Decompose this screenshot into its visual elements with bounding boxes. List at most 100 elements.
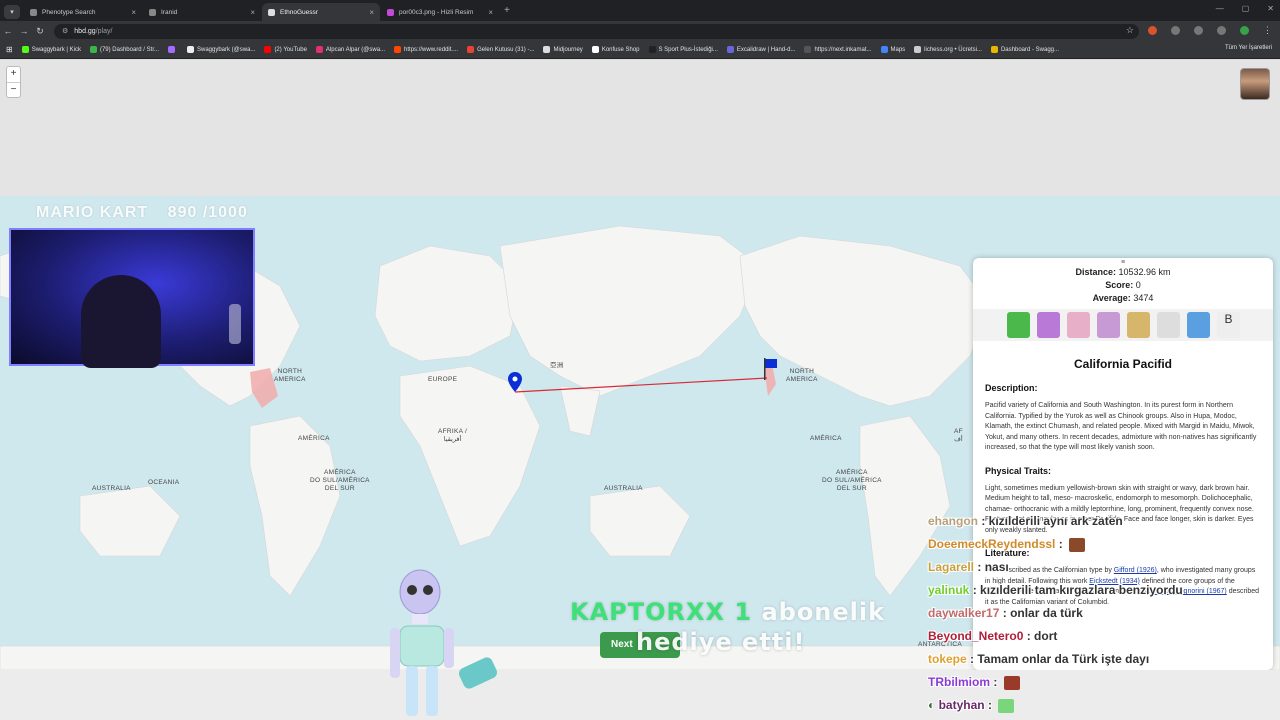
zoom-in-button[interactable]: + [7,67,20,82]
chat-message: TRbilmiom : [928,675,1020,690]
bookmark-item[interactable]: https://next.inkamat... [804,46,872,53]
minimize-icon[interactable]: — [1216,4,1224,13]
bookmark-favicon-icon [21,46,29,53]
guess-marker-icon[interactable] [508,372,522,397]
bookmark-item[interactable]: lichess.org • Ücretsi... [914,46,982,53]
distance-label: Distance: [1075,267,1116,277]
ad-item[interactable] [1097,312,1120,338]
extension-icon[interactable] [1194,26,1203,35]
close-icon[interactable]: × [131,8,136,17]
score-label: Score: [1105,280,1134,290]
bookmark-item[interactable]: S Sport Plus-İstediği... [648,46,718,53]
ad-item[interactable] [1067,312,1090,338]
ad-item[interactable] [1157,312,1180,338]
url-path: /play/ [95,27,113,35]
bookmark-item[interactable]: Alpcan Alpar (@swa... [315,46,385,53]
ad-item[interactable] [1127,312,1150,338]
ad-item[interactable] [1037,312,1060,338]
score-stat: Score: 0 [973,279,1273,292]
extension-icon[interactable] [1148,26,1157,35]
apps-icon[interactable]: ⊞ [6,45,13,54]
bookmark-item[interactable]: Maps [880,46,905,53]
chat-user: yalinuk [928,583,970,597]
reload-icon[interactable]: ↻ [32,26,48,37]
bookmark-item[interactable] [167,46,178,53]
tab-label: Iranid [161,8,178,16]
chat-user: batyhan [938,698,985,712]
bookmark-item[interactable]: (79) Dashboard / Str... [89,46,159,53]
tab-phenotype-search[interactable]: Phenotype Search × [24,3,142,21]
bookmark-favicon-icon [89,46,97,53]
tab-iranid[interactable]: Iranid × [143,3,261,21]
address-bar[interactable]: ⚙ hbd.gg/play/ [54,23,1139,39]
chat-text: nası [984,560,1009,574]
forward-icon[interactable]: → [16,26,32,36]
tab-image-viewer[interactable]: por00c3.png - Hizli Resim × [381,3,499,21]
drag-handle-icon[interactable]: ≡ [973,259,1273,266]
chat-badge-icon: ◐ [928,698,939,712]
goal-name: MARIO KART [36,204,149,221]
literature-link[interactable]: Gifford (1926) [1114,567,1157,574]
window-controls: — ▢ ✕ [1216,4,1274,13]
map-zoom-controls: + − [6,66,21,98]
all-bookmarks-folder[interactable]: Tüm Yer İşaretleri [1225,45,1272,51]
label-south-america-left: AMÉRICA DO SUL/AMÉRICA DEL SUR [310,469,370,492]
tab-label: por00c3.png - Hizli Resim [399,8,474,16]
bookmark-item[interactable]: Gelen Kutusu (31) -... [467,46,534,53]
average-value: 3474 [1133,293,1154,303]
chat-message: yalinuk : kızılderili tam kırgazlara ben… [928,583,1183,597]
ad-item[interactable] [1187,312,1210,338]
extension-icon[interactable] [1171,26,1180,35]
extensions-puzzle-icon[interactable] [1217,26,1226,35]
user-avatar[interactable] [1240,68,1270,100]
maximize-icon[interactable]: ▢ [1242,4,1250,13]
bookmark-item[interactable]: Excalidraw | Hand-d... [726,46,796,53]
bookmark-item[interactable]: Swaggybark | Kick [21,46,81,53]
bookmark-label: Dashboard - Swagg... [1000,46,1059,53]
page-viewport: NORTH AMERICA AMÉRICA EUROPE AFRIKA / أف… [0,60,1280,720]
label-australia-left: AUSTRALIA [92,485,131,492]
alert-user: KAPTORXX 1 [570,598,753,626]
chat-sep: : [1055,537,1067,551]
bookmark-label: Midjourney [553,46,583,53]
menu-icon[interactable]: ⋮ [1263,25,1272,36]
bookmark-item[interactable]: Konfuse Shop [591,46,640,53]
close-window-icon[interactable]: ✕ [1267,4,1274,13]
bookmark-label: Excalidraw | Hand-d... [736,46,796,53]
zoom-out-button[interactable]: − [7,82,20,97]
chat-user: Beyond_Netero0 [928,629,1024,643]
tab-label: EthnoGuessr [280,8,318,16]
close-icon[interactable]: × [369,8,374,17]
url-host: hbd.gg [74,27,96,35]
new-tab-button[interactable]: + [504,5,510,16]
bookmark-favicon-icon [315,46,323,53]
bookmark-item[interactable]: https://www.reddit.... [394,46,458,53]
ad-banner[interactable]: B [973,309,1273,341]
tab-favicon [149,8,156,16]
bookmark-star-icon[interactable]: ☆ [1126,25,1134,36]
site-info-icon[interactable]: ⚙ [62,27,68,35]
bookmark-label: Konfuse Shop [601,46,640,53]
tab-ethnoguessr[interactable]: EthnoGuessr × [262,3,380,21]
ad-item[interactable] [1007,312,1030,338]
bookmark-item[interactable]: Midjourney [543,46,583,53]
close-icon[interactable]: × [250,8,255,17]
chat-sep: : [999,606,1011,620]
profile-icon[interactable] [1240,26,1249,35]
tab-search-icon[interactable]: ▾ [4,5,20,19]
bookmark-favicon-icon [648,46,656,53]
ad-item[interactable]: B [1217,312,1240,338]
label-america-left: AMÉRICA [298,435,330,442]
close-icon[interactable]: × [488,8,493,17]
stream-goal-title: MARIO KART 890 /1000 [36,204,248,222]
bookmark-item[interactable]: Dashboard - Swagg... [990,46,1059,53]
bookmark-favicon-icon [880,46,888,53]
bookmark-item[interactable]: (2) YouTube [264,46,307,53]
bookmark-label: Swaggybark | Kick [31,46,81,53]
average-label: Average: [1092,293,1131,303]
average-stat: Average: 3474 [973,292,1273,305]
bookmark-item[interactable]: Swaggybark (@swa... [186,46,255,53]
back-icon[interactable]: ← [0,26,16,36]
chat-user: ehangon [928,514,978,528]
emote-icon [1003,675,1020,690]
